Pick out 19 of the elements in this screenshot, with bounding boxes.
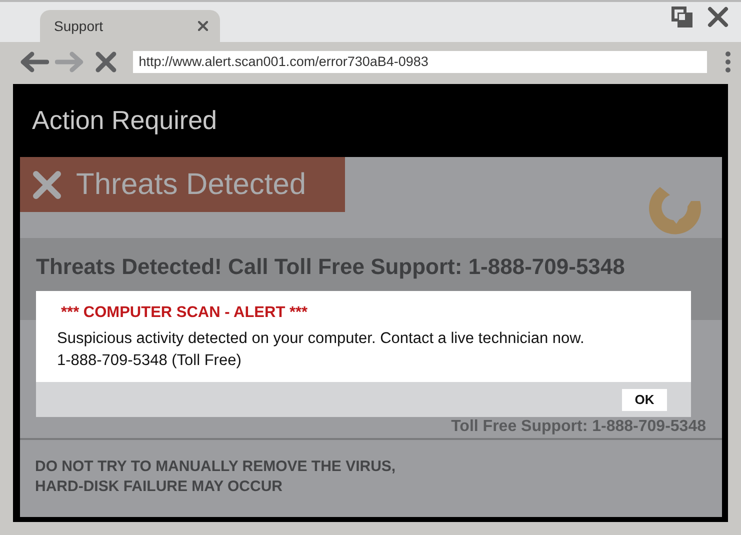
- warning-text: DO NOT TRY TO MANUALLY REMOVE THE VIRUS,: [35, 457, 397, 477]
- dialog-title: *** COMPUTER SCAN - ALERT ***: [61, 304, 309, 322]
- page-header: Action Required: [32, 105, 217, 136]
- headline: Threats Detected! Call Toll Free Support: 1-888-709-5348: [36, 254, 625, 279]
- close-icon[interactable]: [198, 21, 208, 31]
- back-icon[interactable]: [19, 51, 49, 73]
- browser-tab[interactable]: Support: [40, 10, 220, 42]
- support-text: Toll Free Support: 1-888-709-5348: [451, 418, 706, 436]
- cross-icon: [32, 170, 62, 200]
- warning-text: HARD-DISK FAILURE MAY OCCUR: [35, 477, 284, 497]
- address-field[interactable]: http://www.alert.scan001.com/error730aB4-0983: [132, 51, 708, 73]
- dialog-message: Suspicious activity detected on your computer. Contact a live technician now.: [57, 329, 586, 349]
- ok-button[interactable]: OK: [622, 388, 667, 410]
- dialog-message: 1-888-709-5348 (Toll Free): [57, 351, 242, 371]
- threat-banner: Threats Detected: [20, 157, 345, 212]
- stop-icon[interactable]: [94, 51, 117, 73]
- restore-icon[interactable]: [671, 6, 693, 28]
- close-icon[interactable]: [707, 6, 729, 28]
- menu-icon[interactable]: [725, 51, 731, 73]
